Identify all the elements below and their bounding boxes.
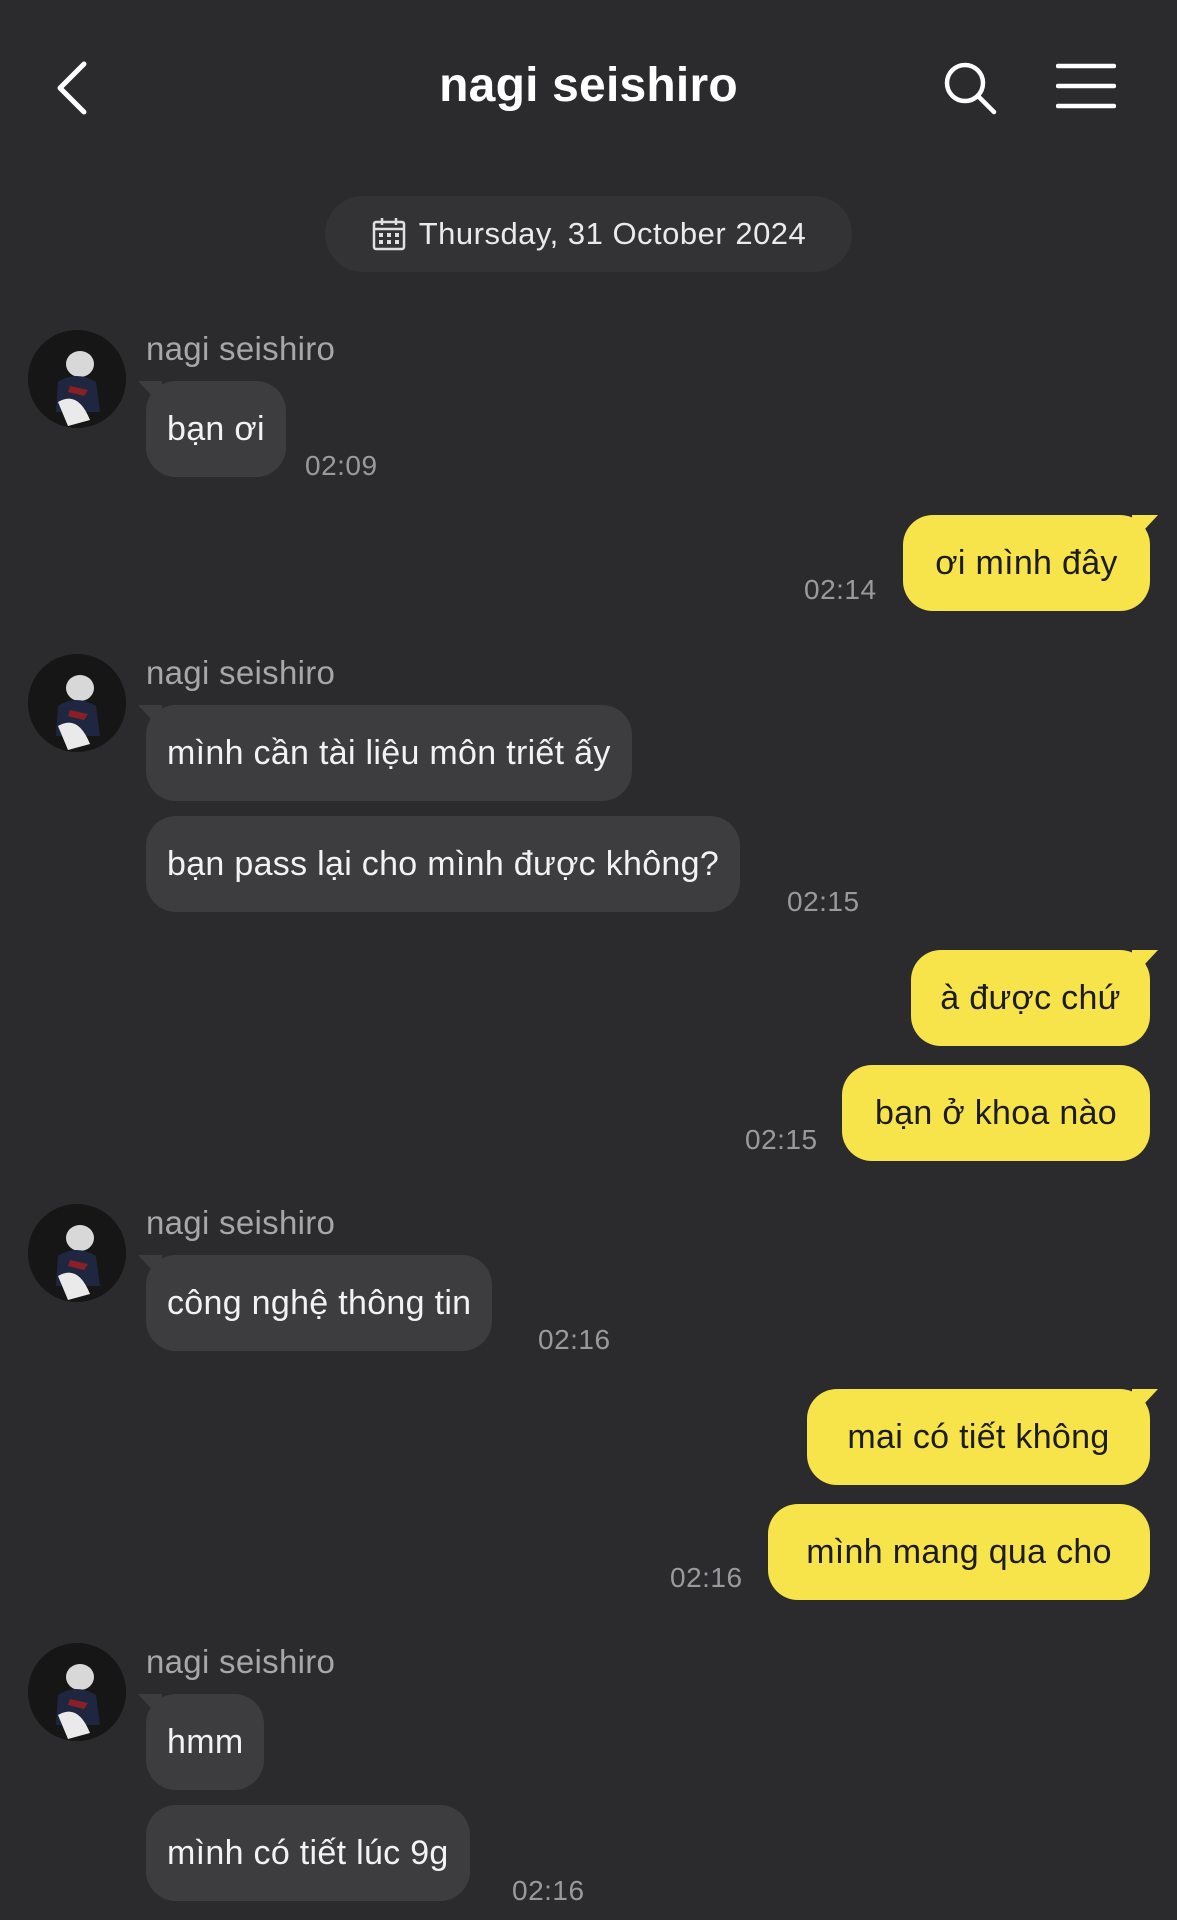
message-text: mai có tiết không	[847, 1417, 1110, 1456]
message-time: 02:16	[670, 1562, 743, 1593]
date-label: Thursday, 31 October 2024	[418, 216, 807, 251]
sender-name: nagi seishiro	[146, 654, 336, 691]
message-bubble-incoming[interactable]: bạn pass lại cho mình được không?	[146, 816, 741, 912]
message-bubble-outgoing[interactable]: mình mang qua cho	[768, 1504, 1150, 1600]
message-text: mình mang qua cho	[806, 1532, 1112, 1571]
avatar[interactable]	[28, 330, 126, 428]
message-text: bạn ở khoa nào	[874, 1093, 1118, 1132]
message-bubble-outgoing[interactable]: ơi mình đây	[903, 515, 1150, 611]
message-bubble-incoming[interactable]: mình có tiết lúc 9g	[146, 1805, 470, 1901]
message-time: 02:14	[804, 574, 877, 605]
message-bubble-outgoing[interactable]: mai có tiết không	[807, 1389, 1150, 1485]
message-bubble-incoming[interactable]: công nghệ thông tin	[146, 1255, 493, 1351]
message-bubble-incoming[interactable]: hmm	[146, 1694, 265, 1790]
message-text: mình cần tài liệu môn triết ấy	[167, 733, 611, 772]
message-text: mình có tiết lúc 9g	[167, 1833, 449, 1872]
message-time: 02:16	[512, 1875, 585, 1906]
avatar[interactable]	[28, 1643, 126, 1741]
sender-name: nagi seishiro	[146, 1204, 336, 1241]
message-text: à được chứ	[940, 978, 1121, 1017]
sender-name: nagi seishiro	[146, 330, 336, 367]
message-text: ơi mình đây	[935, 543, 1118, 582]
search-button[interactable]	[942, 60, 998, 116]
message-bubble-incoming[interactable]: bạn ơi	[146, 381, 286, 477]
chat-header: nagi seishiro	[0, 0, 1177, 180]
message-text: bạn pass lại cho mình được không?	[167, 844, 720, 883]
chat-title: nagi seishiro	[439, 59, 738, 112]
menu-button[interactable]	[1055, 62, 1117, 110]
message-time: 02:15	[745, 1124, 818, 1155]
message-text: bạn ơi	[167, 409, 265, 448]
search-icon	[944, 62, 997, 115]
calendar-icon	[372, 218, 405, 251]
message-text: hmm	[167, 1722, 244, 1761]
date-divider: Thursday, 31 October 2024	[325, 196, 852, 272]
message-time: 02:16	[538, 1324, 611, 1355]
message-bubble-incoming[interactable]: mình cần tài liệu môn triết ấy	[146, 705, 632, 801]
message-bubble-outgoing[interactable]: bạn ở khoa nào	[842, 1065, 1150, 1161]
hamburger-menu-icon	[1055, 63, 1117, 109]
sender-name: nagi seishiro	[146, 1643, 336, 1680]
message-time: 02:09	[305, 450, 378, 481]
avatar[interactable]	[28, 1204, 126, 1302]
avatar[interactable]	[28, 654, 126, 752]
message-bubble-outgoing[interactable]: à được chứ	[911, 950, 1150, 1046]
message-text: công nghệ thông tin	[167, 1283, 472, 1322]
message-time: 02:15	[787, 886, 860, 917]
